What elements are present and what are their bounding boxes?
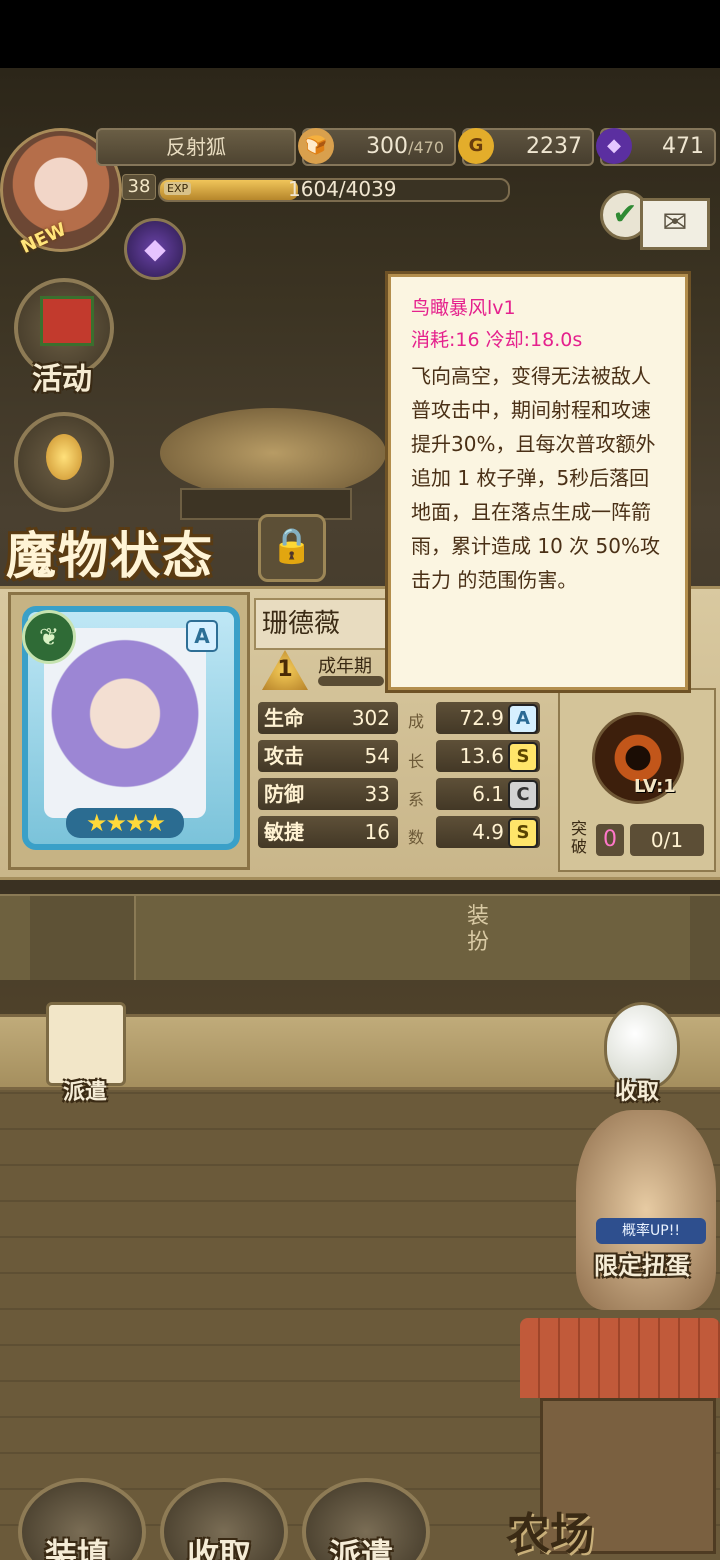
gold-value: 2237 xyxy=(526,134,582,159)
nest-decoration xyxy=(160,408,386,498)
tooltip-cost-cooldown: 消耗:16 冷却:18.0s xyxy=(411,329,583,351)
grade-badge: S xyxy=(508,742,538,772)
nav-label: 收取 xyxy=(186,1536,251,1560)
breakthrough-value: 0 xyxy=(596,824,624,856)
bread-value: 300 xyxy=(366,134,409,159)
stat-value: 33 xyxy=(364,782,390,806)
farm-roof xyxy=(520,1318,720,1398)
equip-slot[interactable] xyxy=(690,896,720,980)
event-egg-button[interactable] xyxy=(14,412,114,512)
stat-row-agility: 敏捷 16 xyxy=(258,816,398,848)
player-level: 38 xyxy=(122,174,156,200)
growth-row-defense: 6.1 C xyxy=(436,778,540,810)
farm-tab-label[interactable]: 农场 xyxy=(506,1498,594,1560)
limited-gacha-label[interactable]: 限定扭蛋 xyxy=(572,1246,712,1281)
stage-progress-bar xyxy=(318,676,384,686)
growth-value: 4.9 xyxy=(472,820,504,844)
golden-egg-icon xyxy=(46,434,82,480)
tooltip-description: 飞向高空，变得无法被敌人普攻击中，期间射程和攻速提升30%，且每次普攻额外追加 … xyxy=(411,364,660,592)
bottom-nav: 装填 收取 派遣 xyxy=(0,1478,720,1560)
stat-row-attack: 攻击 54 xyxy=(258,740,398,772)
events-label: 活动 xyxy=(32,362,92,397)
exp-bar: EXP 1604/4039 xyxy=(158,177,510,202)
monster-name: 珊德薇 xyxy=(254,598,388,650)
nav-label: 派遣 xyxy=(328,1536,393,1560)
skill-tooltip: 鸟瞰暴风lv1 消耗:16 冷却:18.0s 飞向高空，变得无法被敌人普攻击中，… xyxy=(388,274,688,690)
star-rating: ★★★★ xyxy=(66,808,184,838)
equipment-row xyxy=(0,894,720,980)
growth-label-char: 长 xyxy=(407,752,424,771)
element-leaf-icon: ❦ xyxy=(22,610,76,664)
growth-label-char: 系 xyxy=(407,790,424,809)
gacha-rate-up-tag: 概率UP!! xyxy=(596,1218,706,1244)
gold-coin-icon: G xyxy=(458,128,494,164)
gem-resource[interactable]: ◆ 471 xyxy=(596,128,716,166)
tooltip-title: 鸟瞰暴风lv1 xyxy=(411,297,516,319)
stat-row-defense: 防御 33 xyxy=(258,778,398,810)
stat-value: 16 xyxy=(364,820,390,844)
growth-label-char: 成 xyxy=(407,712,424,731)
stat-label: 防御 xyxy=(264,782,304,806)
stat-value: 302 xyxy=(351,706,390,730)
growth-row-hp: 72.9 A xyxy=(436,702,540,734)
equip-slot[interactable] xyxy=(30,896,136,980)
growth-label-char: 数 xyxy=(407,828,424,847)
skill-level: LV:1 xyxy=(634,776,676,797)
page-title: 魔物状态 xyxy=(6,527,214,585)
exp-value: 1604/4039 xyxy=(288,177,397,201)
breakthrough-row: 突破 0 0/1 xyxy=(564,820,708,860)
dispatch-button[interactable]: 派遣 xyxy=(42,1074,128,1106)
bread-icon: 🍞 xyxy=(298,128,334,164)
grade-badge: A xyxy=(508,704,538,734)
growth-row-agility: 4.9 S xyxy=(436,816,540,848)
collect-button[interactable]: 收取 xyxy=(592,1074,682,1106)
stat-label: 攻击 xyxy=(264,744,304,768)
gift-icon xyxy=(40,296,94,346)
grade-badge: S xyxy=(508,818,538,848)
monster-rank-badge: A xyxy=(186,620,218,652)
stat-row-hp: 生命 302 xyxy=(258,702,398,734)
exp-tag: EXP xyxy=(164,182,192,195)
growth-row-attack: 13.6 S xyxy=(436,740,540,772)
lock-icon[interactable]: 🔒 xyxy=(258,514,326,582)
gem-value: 471 xyxy=(662,134,704,159)
bread-max: /470 xyxy=(408,138,444,157)
grade-badge: C xyxy=(508,780,538,810)
stat-label: 生命 xyxy=(264,706,304,730)
stat-label: 敏捷 xyxy=(264,820,304,844)
nav-label: 装填 xyxy=(44,1536,109,1560)
gem-plus-button[interactable]: ◆ xyxy=(124,218,186,280)
bread-resource[interactable]: 🍞 300/470 xyxy=(298,128,456,166)
growth-value: 72.9 xyxy=(459,706,504,730)
stage-label: 成年期 xyxy=(318,656,372,677)
growth-value: 6.1 xyxy=(472,782,504,806)
game-screen: NEW 反射狐 🍞 300/470 G 2237 ◆ 471 38 EXP 16… xyxy=(0,68,720,1560)
player-name: 反射狐 xyxy=(96,128,296,166)
breakthrough-count: 0/1 xyxy=(630,824,704,856)
growth-value: 13.6 xyxy=(459,744,504,768)
gold-resource[interactable]: G 2237 xyxy=(458,128,594,166)
gem-icon: ◆ xyxy=(596,128,632,164)
stat-value: 54 xyxy=(364,744,390,768)
dress-up-button[interactable]: 装扮 xyxy=(462,904,494,956)
breakthrough-label: 突破 xyxy=(570,819,587,856)
mail-icon[interactable]: ✉ xyxy=(640,198,710,250)
